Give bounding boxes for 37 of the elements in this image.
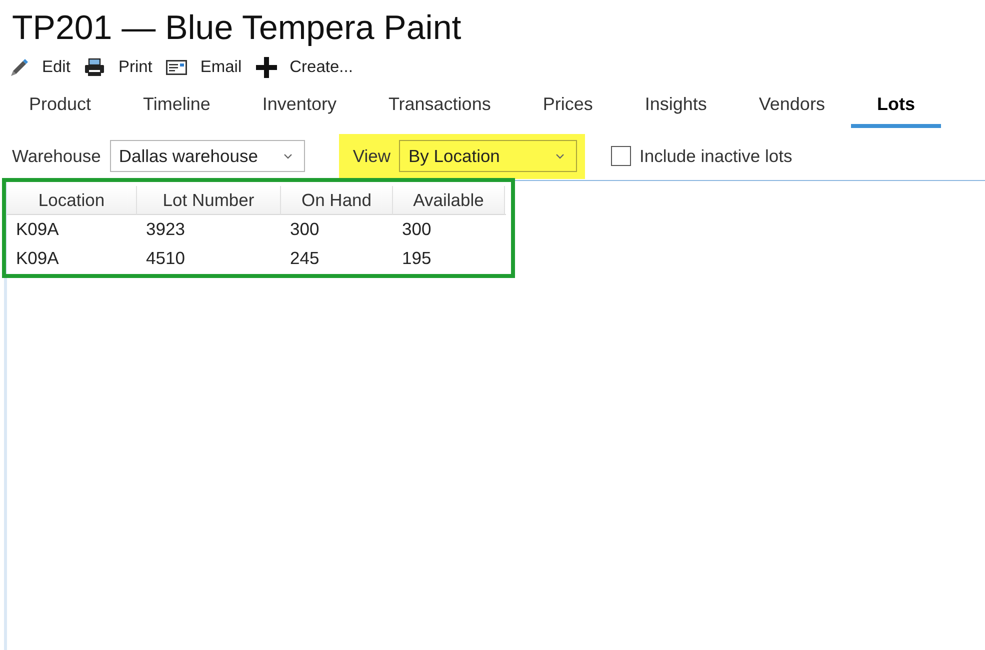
pencil-icon [10,58,29,76]
tab[interactable]: Vendors [732,88,851,128]
table-cell-text: 300 [401,218,432,241]
tab[interactable]: Lots [850,88,941,128]
toolbar-button[interactable]: Print [84,58,152,76]
chevron-down-icon [556,154,564,158]
tab[interactable]: Inventory [236,88,362,128]
tab[interactable]: Timeline [117,88,236,128]
column-header[interactable]: Available [393,186,505,215]
tab[interactable]: Insights [618,88,733,128]
toolbar-button[interactable]: Email [166,58,242,76]
card-icon [166,60,188,74]
table-cell-text: 3923 [145,218,186,241]
column-header[interactable]: Location [7,186,137,215]
plus-icon [256,56,277,78]
chevron-down-icon [284,154,292,158]
table-cell-text: 245 [289,247,320,270]
table-cell-text: 300 [289,218,320,241]
field-label: Warehouse [12,146,101,166]
tab[interactable]: Prices [516,88,619,128]
table-cell-text: 4510 [145,247,186,270]
view-dropdown[interactable]: By Location [399,140,578,172]
field-label: View [352,146,390,166]
table-cell-text: K09A [15,247,60,270]
page-title: TP201 — Blue Tempera Paint [11,8,462,48]
checkbox-label: Include inactive lots [639,146,792,166]
column-header[interactable]: Lot Number [137,186,281,215]
table-cell-text: 195 [401,247,432,270]
printer-icon [84,58,106,76]
warehouse-dropdown[interactable]: Dallas warehouse [110,140,305,172]
toolbar-button[interactable]: Edit [10,58,70,76]
tab[interactable]: Transactions [362,88,517,128]
column-header[interactable]: On Hand [281,186,393,215]
checkbox[interactable] [611,146,632,166]
tab[interactable]: Product [3,88,118,128]
table-cell-text: K09A [15,218,60,241]
toolbar-button[interactable]: Create... [256,56,353,78]
